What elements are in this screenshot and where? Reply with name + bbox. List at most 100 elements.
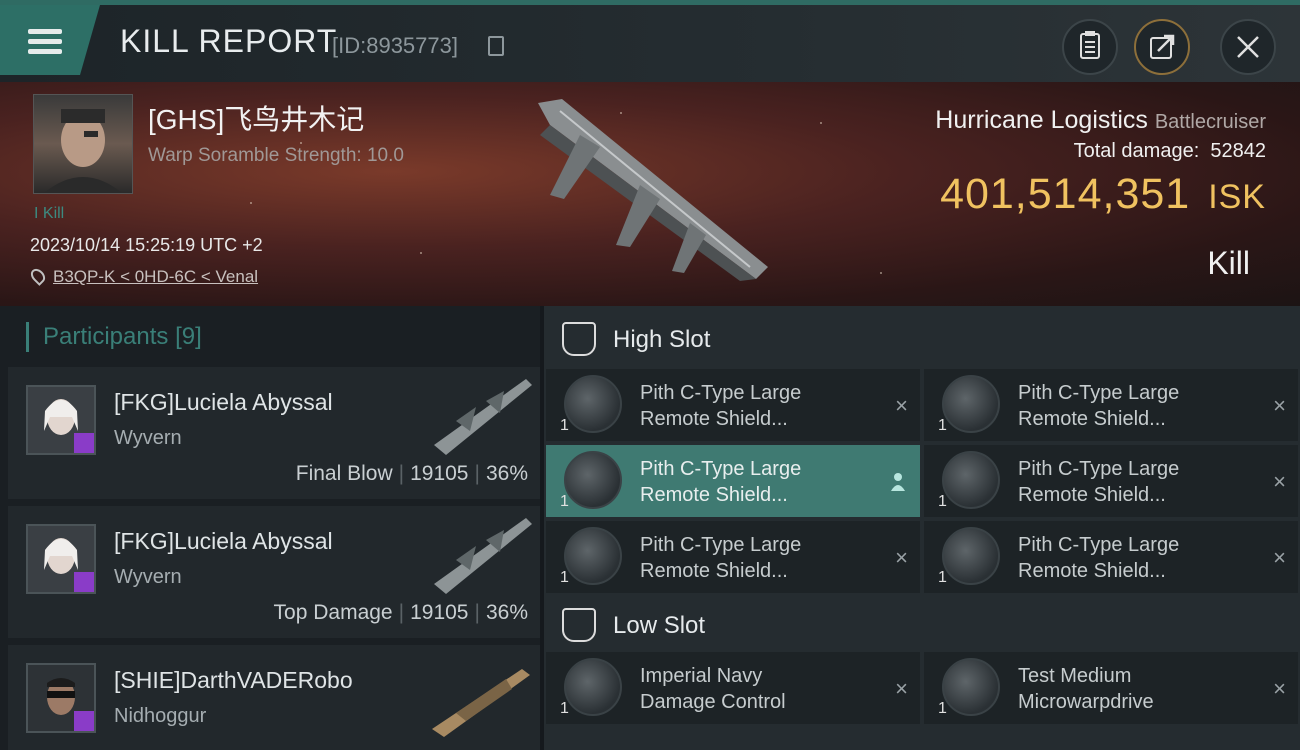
- module-name: Pith C-Type Large Remote Shield...: [640, 380, 860, 432]
- page-title: KILL REPORT: [120, 23, 338, 59]
- menu-icon-bar: [28, 49, 62, 54]
- module-name-line2: Remote Shield...: [1018, 484, 1166, 506]
- module-quantity: 1: [938, 493, 947, 510]
- ship-type: Hurricane Logistics: [935, 106, 1148, 134]
- participant-ship: Wyvern: [114, 566, 182, 588]
- participants-header: Participants [9]: [26, 322, 202, 352]
- clipboard-button[interactable]: [1062, 19, 1118, 75]
- shield-booster-icon: [564, 375, 622, 433]
- result-tag: Kill: [1207, 245, 1250, 281]
- module-quantity: 1: [560, 569, 569, 586]
- victim-avatar[interactable]: [33, 94, 133, 194]
- module-name-line2: Remote Shield...: [640, 408, 788, 430]
- high-slot-icon: [562, 322, 596, 356]
- participants-count: [9]: [175, 323, 202, 350]
- ship-name[interactable]: Hurricane Logistics Battlecruiser: [935, 106, 1266, 135]
- module-quantity: 1: [560, 493, 569, 510]
- victim-name[interactable]: [GHS]飞鸟井木记: [148, 98, 364, 138]
- location-link[interactable]: B3QP-K < 0HD-6C < Venal: [53, 267, 258, 287]
- participant-ship: Nidhoggur: [114, 705, 207, 727]
- report-id: [ID:8935773]: [332, 33, 458, 58]
- victim-ship-image[interactable]: [520, 95, 780, 285]
- module-name-line1: Imperial Navy: [640, 665, 763, 687]
- close-button[interactable]: [1220, 19, 1276, 75]
- low-slot-header: Low Slot: [544, 592, 1300, 656]
- participant-name[interactable]: [SHIE]DarthVADERobo: [114, 667, 353, 694]
- participant-row[interactable]: [SHIE]DarthVADERobo Nidhoggur: [8, 645, 540, 750]
- participant-row[interactable]: [FKG]Luciela Abyssal Wyvern Top Damage | 1…: [8, 506, 540, 638]
- participant-stats: Final Blow | 19105 | 36%: [295, 462, 528, 485]
- participant-name[interactable]: [FKG]Luciela Abyssal: [114, 528, 333, 555]
- total-damage: Total damage: 52842: [1074, 140, 1266, 163]
- high-slot-label: High Slot: [613, 326, 711, 353]
- module-item[interactable]: 1 Pith C-Type Large Remote Shield... ×: [924, 445, 1298, 517]
- menu-icon: [28, 29, 62, 34]
- copy-icon[interactable]: [488, 36, 504, 56]
- kill-count: I Kill: [34, 205, 65, 222]
- menu-button[interactable]: [0, 5, 100, 75]
- module-name: Pith C-Type Large Remote Shield...: [640, 532, 860, 584]
- participant-damage: 19105: [410, 462, 469, 485]
- share-button[interactable]: [1134, 19, 1190, 75]
- total-damage-value: 52842: [1210, 140, 1266, 162]
- participant-tag: Top Damage: [273, 601, 393, 624]
- module-item[interactable]: 1 Pith C-Type Large Remote Shield... ×: [924, 369, 1298, 441]
- module-name-line2: Remote Shield...: [1018, 560, 1166, 582]
- destroyed-icon: ×: [895, 676, 908, 701]
- participant-ship-image: [434, 379, 532, 455]
- low-slot-icon: [562, 608, 596, 642]
- module-name: Pith C-Type Large Remote Shield...: [1018, 532, 1238, 584]
- module-quantity: 1: [560, 700, 569, 717]
- participant-name[interactable]: [FKG]Luciela Abyssal: [114, 389, 333, 416]
- participant-ship-image: [434, 518, 532, 594]
- module-name-line1: Pith C-Type Large: [640, 382, 802, 404]
- module-item[interactable]: 1 Pith C-Type Large Remote Shield... ×: [546, 369, 920, 441]
- module-name-line2: Microwarpdrive: [1018, 691, 1154, 713]
- module-name-line1: Pith C-Type Large: [1018, 382, 1180, 404]
- destroyed-icon: ×: [895, 393, 908, 418]
- header-bar: KILL REPORT [ID:8935773]: [0, 5, 1300, 82]
- victim-portrait-icon: [44, 109, 122, 193]
- participant-stats: Top Damage | 19105 | 36%: [273, 601, 528, 624]
- participant-tag: Final Blow: [295, 462, 393, 485]
- destroyed-icon: ×: [1273, 676, 1286, 701]
- participant-badge-icon: [74, 572, 94, 592]
- shield-booster-icon: [942, 375, 1000, 433]
- module-quantity: 1: [938, 700, 947, 717]
- module-name: Pith C-Type Large Remote Shield...: [640, 456, 860, 508]
- module-item[interactable]: 1 Imperial Navy Damage Control ×: [546, 652, 920, 724]
- isk-unit: ISK: [1208, 178, 1266, 216]
- warp-scramble-strength: Warp Soramble Strength: 10.0: [148, 145, 404, 166]
- participant-row[interactable]: [FKG]Luciela Abyssal Wyvern Final Blow | 1…: [8, 367, 540, 499]
- module-name-line1: Pith C-Type Large: [1018, 458, 1180, 480]
- participant-avatar[interactable]: [26, 385, 96, 455]
- module-quantity: 1: [938, 417, 947, 434]
- kill-timestamp: 2023/10/14 15:25:19 UTC +2: [30, 235, 263, 255]
- participant-avatar[interactable]: [26, 524, 96, 594]
- microwarpdrive-icon: [942, 658, 1000, 716]
- destroyed-icon: ×: [895, 545, 908, 570]
- module-quantity: 1: [560, 417, 569, 434]
- participant-avatar[interactable]: [26, 663, 96, 733]
- module-item[interactable]: 1 Test Medium Microwarpdrive ×: [924, 652, 1298, 724]
- shield-booster-icon: [564, 451, 622, 509]
- menu-icon-bar: [28, 39, 62, 44]
- module-item-selected[interactable]: 1 Pith C-Type Large Remote Shield...: [546, 445, 920, 517]
- clipboard-icon: [1080, 31, 1100, 59]
- high-slot-header: High Slot: [544, 306, 1300, 370]
- participant-percent: 36%: [485, 462, 528, 485]
- module-name-line1: Test Medium: [1018, 665, 1132, 687]
- module-name: Pith C-Type Large Remote Shield...: [1018, 380, 1238, 432]
- module-name-line2: Remote Shield...: [640, 560, 788, 582]
- participant-damage: 19105: [410, 601, 469, 624]
- participant-percent: 36%: [485, 601, 528, 624]
- participant-badge-icon: [74, 433, 94, 453]
- module-item[interactable]: 1 Pith C-Type Large Remote Shield... ×: [546, 521, 920, 593]
- total-damage-label: Total damage:: [1073, 140, 1200, 162]
- module-name-line2: Remote Shield...: [640, 484, 788, 506]
- module-name: Imperial Navy Damage Control: [640, 663, 860, 715]
- module-name-line2: Damage Control: [640, 691, 786, 713]
- low-slot-label: Low Slot: [613, 612, 706, 639]
- module-name-line1: Pith C-Type Large: [1018, 534, 1180, 556]
- module-item[interactable]: 1 Pith C-Type Large Remote Shield... ×: [924, 521, 1298, 593]
